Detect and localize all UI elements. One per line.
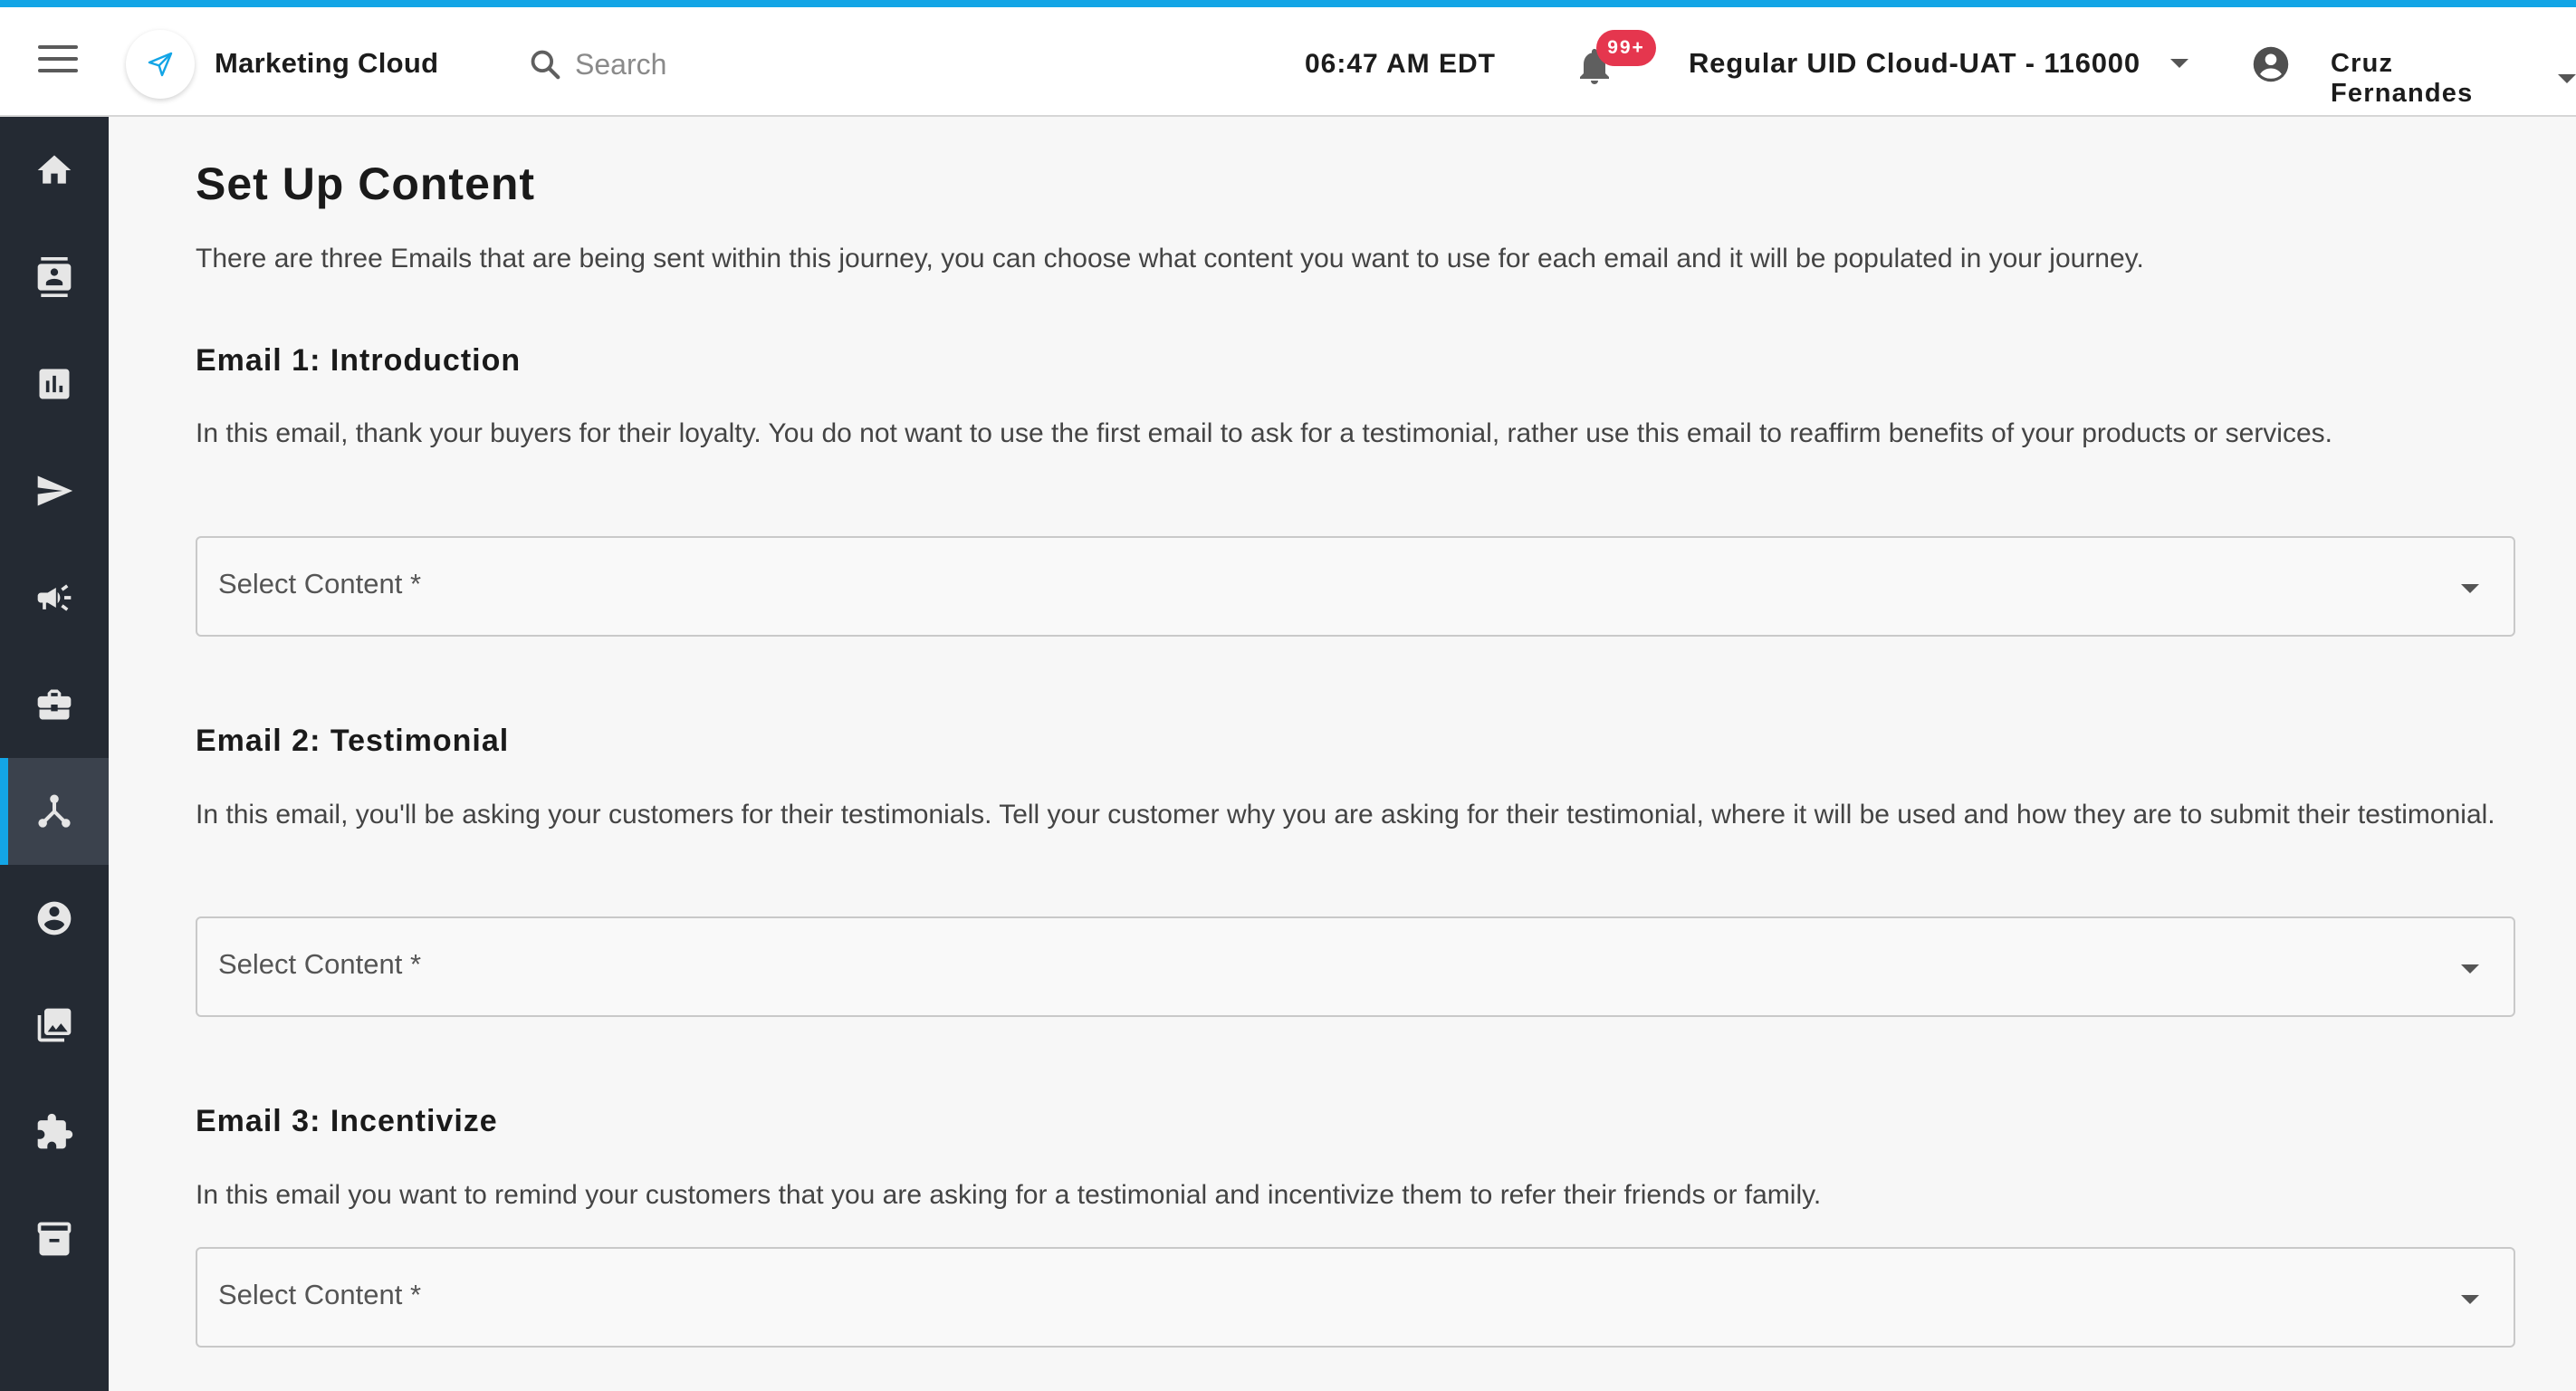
briefcase-icon bbox=[37, 689, 72, 720]
puzzle-icon bbox=[37, 1113, 73, 1149]
dropdown-arrow-icon bbox=[2461, 1295, 2479, 1304]
image-library-icon bbox=[37, 1008, 72, 1042]
email-2-title: Email 2: Testimonial bbox=[196, 724, 510, 758]
sidebar-nav bbox=[0, 117, 109, 1391]
megaphone-icon bbox=[37, 584, 72, 611]
sidebar-item-media[interactable] bbox=[0, 972, 109, 1079]
email-1-title: Email 1: Introduction bbox=[196, 343, 522, 378]
email-2-description: In this email, you'll be asking your cus… bbox=[196, 800, 2495, 830]
email-1-content-select[interactable]: Select Content * bbox=[196, 536, 2515, 637]
hamburger-menu-icon[interactable] bbox=[38, 45, 78, 78]
home-icon bbox=[37, 155, 72, 184]
sidebar-item-analytics[interactable] bbox=[0, 331, 109, 437]
top-header: Marketing Cloud 06:47 AM EDT 99+ Regular… bbox=[0, 7, 2576, 117]
sidebar-item-business[interactable] bbox=[0, 651, 109, 758]
app-title: Marketing Cloud bbox=[215, 47, 439, 79]
sidebar-item-archive[interactable] bbox=[0, 1185, 109, 1292]
account-selector[interactable]: Regular UID Cloud-UAT - 116000 bbox=[1689, 47, 2188, 80]
contacts-icon bbox=[37, 257, 72, 297]
email-1-description: In this email, thank your buyers for the… bbox=[196, 418, 2332, 448]
chevron-down-icon bbox=[2169, 59, 2188, 68]
sidebar-item-send[interactable] bbox=[0, 437, 109, 544]
email-2-content-select[interactable]: Select Content * bbox=[196, 916, 2515, 1017]
sidebar-item-account[interactable] bbox=[0, 865, 109, 972]
email-3-content-select[interactable]: Select Content * bbox=[196, 1247, 2515, 1348]
email-3-description: In this email you want to remind your cu… bbox=[196, 1180, 1822, 1210]
sidebar-item-home[interactable] bbox=[0, 117, 109, 224]
sidebar-item-campaigns[interactable] bbox=[0, 544, 109, 651]
dropdown-arrow-icon bbox=[2461, 584, 2479, 593]
search-icon bbox=[531, 50, 560, 80]
analytics-icon bbox=[39, 369, 70, 399]
select-label: Select Content * bbox=[218, 948, 422, 980]
notification-count-badge: 99+ bbox=[1596, 30, 1656, 66]
search-input[interactable] bbox=[575, 47, 810, 82]
archive-icon bbox=[37, 1222, 72, 1256]
logo-paper-plane-icon[interactable] bbox=[126, 30, 195, 99]
sidebar-item-integrations[interactable] bbox=[0, 1079, 109, 1185]
dropdown-arrow-icon bbox=[2461, 964, 2479, 974]
user-avatar-icon[interactable] bbox=[2252, 45, 2290, 83]
select-label: Select Content * bbox=[218, 568, 422, 600]
top-accent-bar bbox=[0, 0, 2576, 7]
user-name: Cruz Fernandes bbox=[2331, 49, 2474, 108]
select-label: Select Content * bbox=[218, 1279, 422, 1310]
sidebar-item-contacts[interactable] bbox=[0, 224, 109, 331]
page-title: Set Up Content bbox=[196, 158, 536, 209]
user-menu[interactable]: Cruz Fernandes bbox=[2331, 49, 2576, 109]
chevron-down-icon bbox=[2558, 74, 2576, 83]
search-box[interactable] bbox=[528, 42, 810, 87]
journey-icon bbox=[38, 794, 71, 828]
sidebar-item-journeys[interactable] bbox=[0, 758, 109, 865]
account-circle-icon bbox=[37, 901, 72, 935]
email-3-title: Email 3: Incentivize bbox=[196, 1104, 498, 1138]
send-icon bbox=[37, 475, 73, 506]
clock-time: 06:47 AM EDT bbox=[1305, 49, 1496, 79]
page-description: There are three Emails that are being se… bbox=[196, 244, 2144, 273]
account-name: Regular UID Cloud-UAT - 116000 bbox=[1689, 47, 2140, 79]
